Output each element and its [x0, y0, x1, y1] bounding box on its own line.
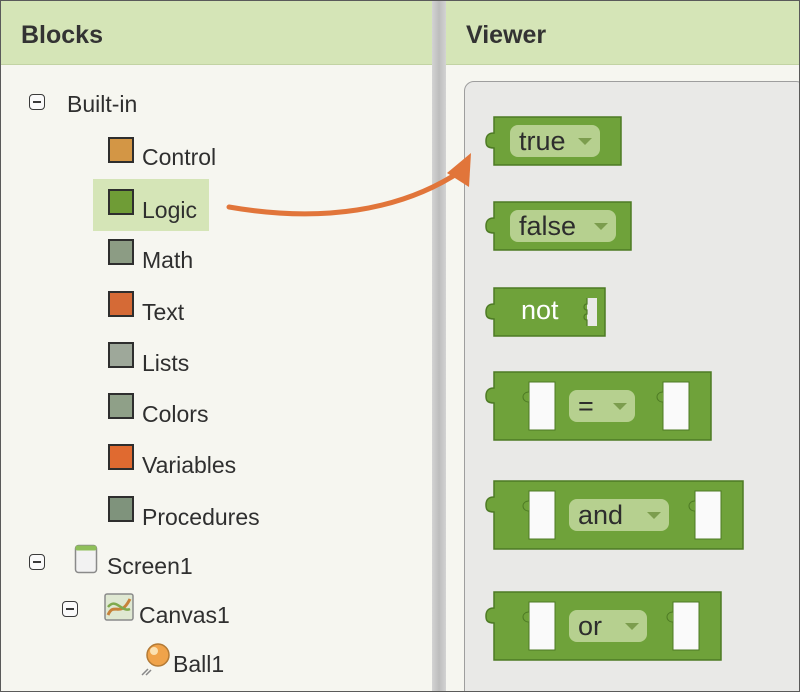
- app-frame: Blocks Built-in Control Logic Math Text …: [0, 0, 800, 692]
- annotation-arrow-icon: [226, 153, 471, 217]
